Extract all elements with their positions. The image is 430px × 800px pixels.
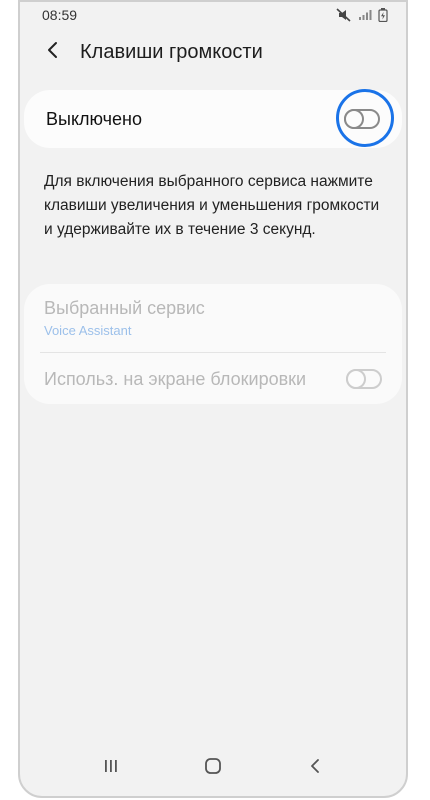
recent-apps-button[interactable] — [81, 748, 141, 788]
selected-service-title: Выбранный сервис — [44, 298, 205, 318]
divider — [40, 352, 386, 353]
signal-icon — [358, 9, 372, 21]
main-toggle-label: Выключено — [46, 108, 142, 129]
description-text: Для включения выбранного сервиса нажмите… — [44, 173, 380, 238]
lock-screen-knob — [346, 369, 366, 389]
home-icon — [204, 757, 222, 780]
back-icon — [309, 758, 321, 779]
main-toggle-switch[interactable] — [344, 109, 380, 129]
chevron-left-icon — [46, 41, 60, 64]
home-button[interactable] — [183, 748, 243, 788]
settings-card: Выбранный сервис Voice Assistant Использ… — [24, 284, 402, 404]
phone-frame: 08:59 Клавиши громкости Выключено Для вк… — [18, 0, 408, 798]
nav-back-button[interactable] — [285, 748, 345, 788]
lock-screen-label: Использ. на экране блокировки — [44, 368, 307, 389]
app-header: Клавиши громкости — [20, 32, 406, 72]
main-toggle-knob — [344, 109, 364, 129]
main-toggle-row[interactable]: Выключено — [24, 90, 402, 148]
status-time: 08:59 — [42, 7, 78, 23]
lock-screen-row[interactable]: Использ. на экране блокировки — [44, 366, 382, 392]
selected-service-value: Voice Assistant — [44, 323, 132, 338]
back-button[interactable] — [30, 32, 76, 72]
mute-icon — [336, 8, 352, 22]
battery-icon — [378, 8, 388, 22]
recent-apps-icon — [103, 758, 119, 779]
status-icons — [336, 8, 388, 22]
selected-service-row[interactable]: Выбранный сервис Voice Assistant — [44, 298, 382, 350]
navigation-bar — [20, 748, 406, 788]
lock-screen-switch[interactable] — [346, 369, 382, 389]
page-title: Клавиши громкости — [80, 40, 263, 63]
status-bar: 08:59 — [20, 2, 406, 28]
